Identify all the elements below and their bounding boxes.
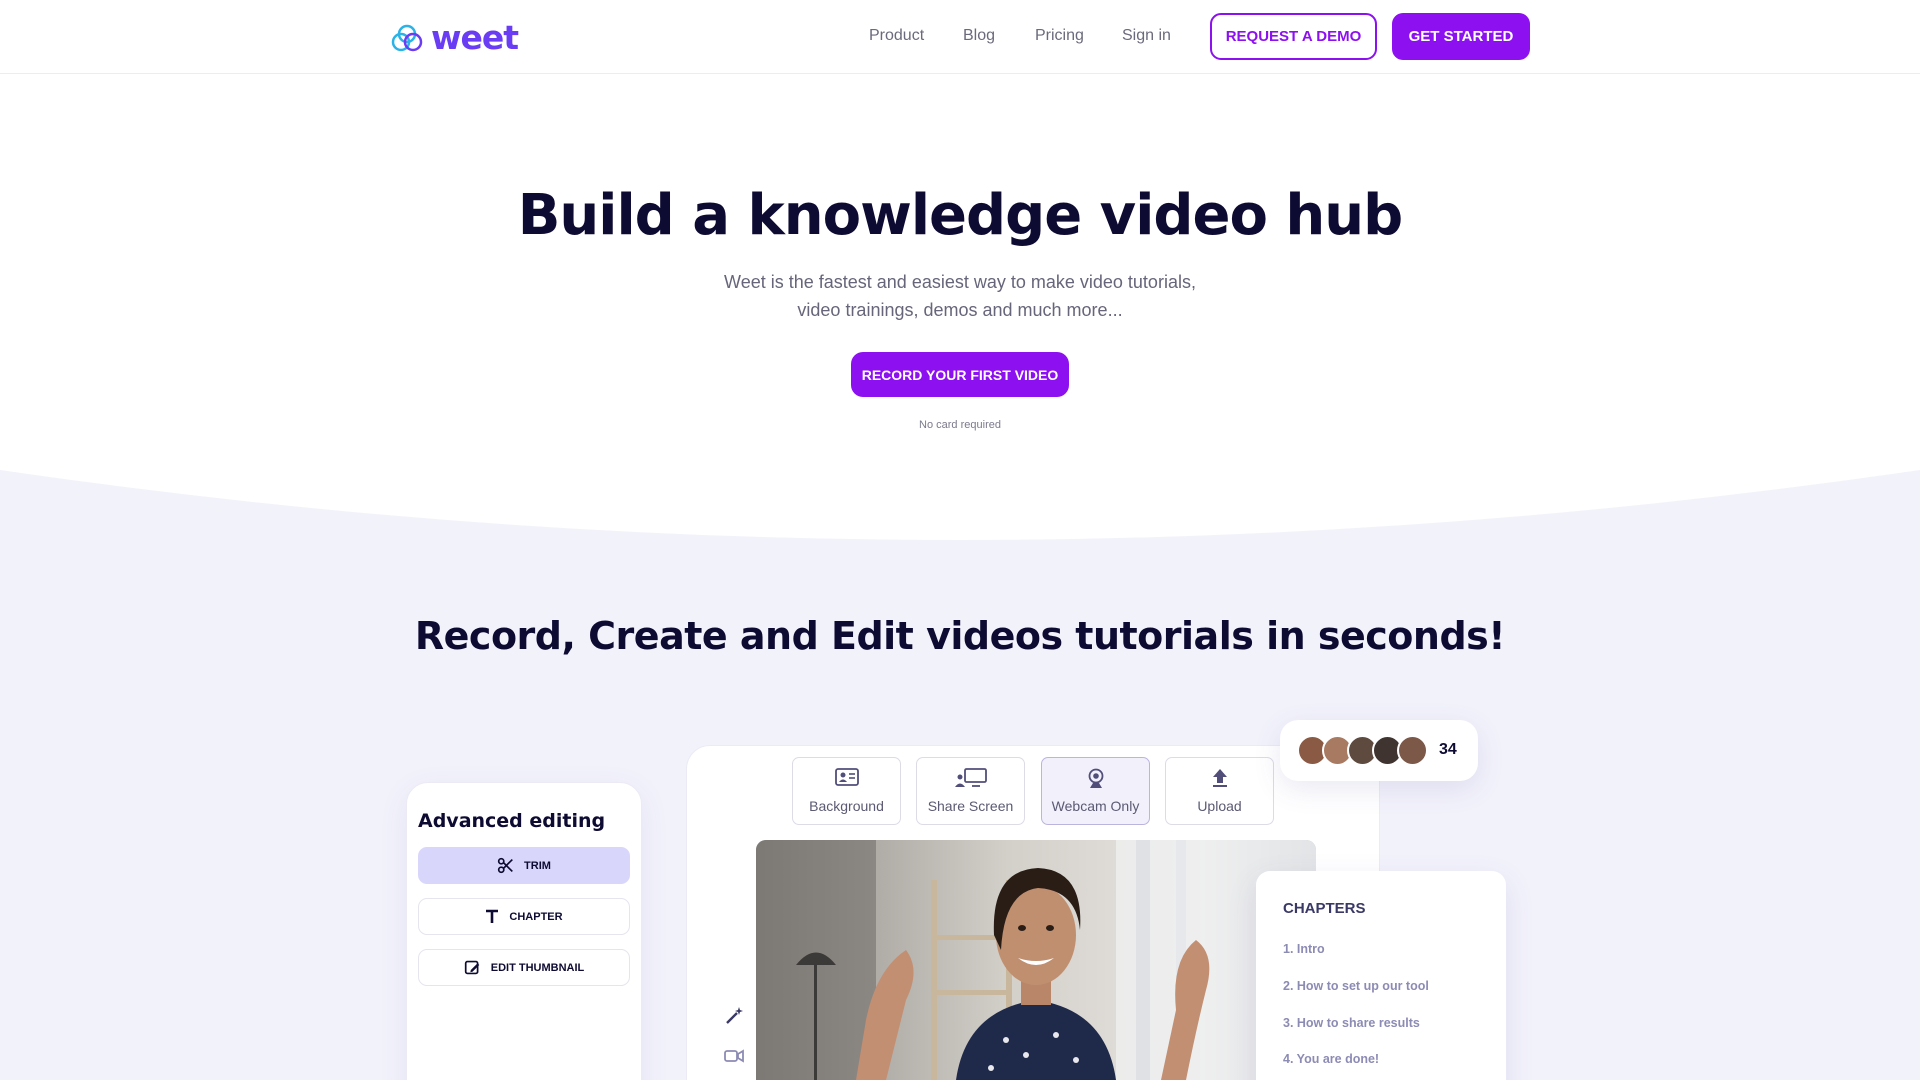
chapters-card: CHAPTERS 1. Intro 2. How to set up our t… [1256,871,1506,1080]
chapter-item[interactable]: 1. Intro [1283,942,1325,956]
mode-webcam-only-label: Webcam Only [1051,798,1140,814]
mode-share-screen-button[interactable]: Share Screen [916,757,1025,825]
hero-subtitle-line-1: Weet is the fastest and easiest way to m… [724,272,1196,292]
nav-link-pricing[interactable]: Pricing [1035,27,1084,45]
top-navigation: weet Product Blog Pricing Sign in REQUES… [0,0,1920,74]
video-camera-icon[interactable] [724,1046,744,1066]
webcam-icon [1088,768,1103,788]
id-card-icon [834,768,859,786]
hero-subtitle: Weet is the fastest and easiest way to m… [0,268,1920,324]
record-first-video-button[interactable]: RECORD YOUR FIRST VIDEO [851,352,1069,397]
section-title: Record, Create and Edit videos tutorials… [414,614,1506,658]
request-demo-button[interactable]: REQUEST A DEMO [1210,13,1377,60]
edit-thumbnail-button[interactable]: EDIT THUMBNAIL [418,949,630,986]
mode-upload-label: Upload [1197,798,1242,814]
nav-link-blog[interactable]: Blog [963,27,995,45]
nav-link-sign-in[interactable]: Sign in [1122,27,1171,45]
upload-icon [1212,769,1227,787]
viewer-avatar [1397,735,1428,766]
advanced-editing-title: Advanced editing [418,810,606,832]
viewers-badge: 34 [1280,720,1478,781]
hero-title: Build a knowledge video hub [517,183,1404,248]
nav-link-product[interactable]: Product [869,27,924,45]
share-screen-icon [954,768,987,787]
edit-thumbnail-label: EDIT THUMBNAIL [490,961,585,974]
chapter-button[interactable]: CHAPTER [418,898,630,935]
no-card-note: No card required [919,419,1001,431]
mode-background-label: Background [809,798,884,814]
logo-text: weet [431,18,519,57]
presenter-image [756,840,1316,1080]
get-started-button[interactable]: GET STARTED [1392,13,1530,60]
scissors-icon [497,857,513,874]
trim-button[interactable]: TRIM [418,847,630,884]
weet-logo-icon [391,24,423,51]
hero-subtitle-line-2: video trainings, demos and much more... [797,300,1123,320]
chapter-item[interactable]: 4. You are done! [1283,1052,1379,1066]
chapters-title: CHAPTERS [1283,900,1366,917]
edit-thumbnail-icon [464,960,480,975]
mode-share-screen-label: Share Screen [927,798,1014,814]
text-icon [486,909,499,923]
trim-label: TRIM [524,859,551,872]
mode-upload-button[interactable]: Upload [1165,757,1274,825]
chapter-item[interactable]: 3. How to share results [1283,1016,1420,1030]
mode-webcam-only-button[interactable]: Webcam Only [1041,757,1150,825]
magic-wand-icon[interactable] [724,1006,744,1026]
weet-logo[interactable]: weet [389,18,519,57]
mode-background-button[interactable]: Background [792,757,901,825]
advanced-editing-card: Advanced editing TRIM CHAPTER EDIT THUMB… [406,782,642,1080]
viewer-count: 34 [1439,741,1457,758]
chapter-label: CHAPTER [509,910,563,923]
chapter-item[interactable]: 2. How to set up our tool [1283,979,1429,993]
webcam-video-preview[interactable] [756,840,1316,1080]
